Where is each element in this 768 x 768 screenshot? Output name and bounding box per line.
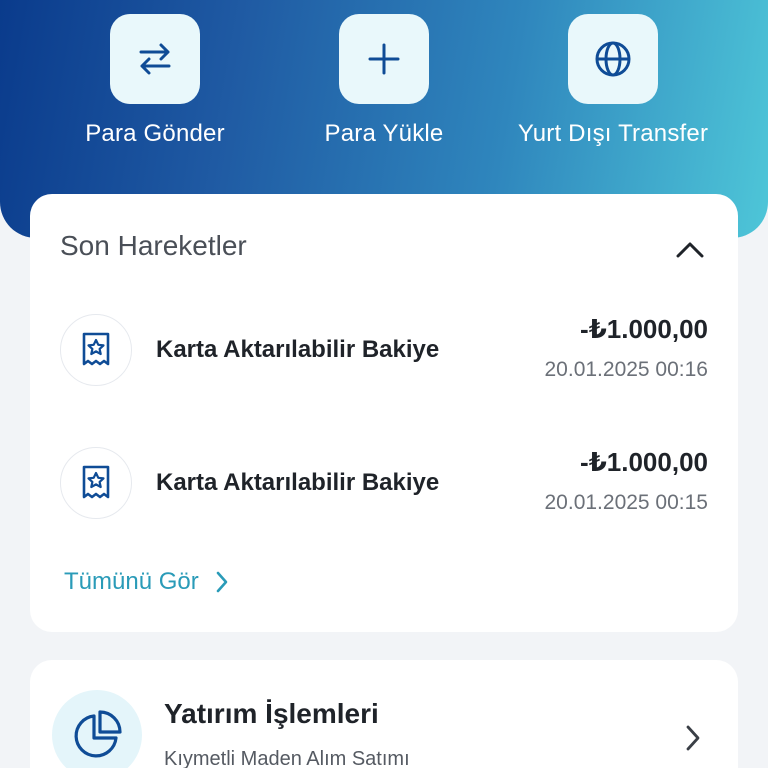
transaction-date: 20.01.2025 00:15 bbox=[544, 491, 709, 514]
transaction-name: Karta Aktarılabilir Bakiye bbox=[156, 336, 440, 363]
investment-title: Yatırım İşlemleri bbox=[164, 698, 379, 729]
transaction-icon-wrap bbox=[60, 314, 132, 386]
load-money-label: Para Yükle bbox=[324, 120, 444, 147]
pie-chart-icon bbox=[74, 710, 122, 758]
recent-transactions-title: Son Hareketler bbox=[60, 230, 247, 261]
investment-subtitle: Kıymetli Maden Alım Satımı bbox=[164, 748, 410, 768]
transaction-icon-wrap bbox=[60, 447, 132, 519]
transaction-date: 20.01.2025 00:16 bbox=[544, 358, 709, 381]
international-transfer-label: Yurt Dışı Transfer bbox=[517, 120, 709, 147]
transaction-row[interactable]: Karta Aktarılabilir Bakiye -₺1.000,00 20… bbox=[60, 310, 708, 390]
chevron-right-icon bbox=[216, 571, 228, 593]
send-money-action[interactable]: Para Gönder bbox=[40, 14, 270, 148]
plus-icon bbox=[368, 43, 400, 75]
transfer-arrows-icon bbox=[139, 43, 171, 75]
see-all-link[interactable]: Tümünü Gör bbox=[64, 568, 229, 596]
transaction-amount: -₺1.000,00 bbox=[580, 447, 708, 477]
see-all-label: Tümünü Gör bbox=[64, 568, 199, 595]
chevron-up-icon bbox=[676, 242, 704, 258]
international-transfer-tile[interactable] bbox=[568, 14, 658, 104]
send-money-tile[interactable] bbox=[110, 14, 200, 104]
globe-icon bbox=[595, 41, 631, 77]
transaction-amount: -₺1.000,00 bbox=[580, 314, 708, 344]
send-money-label: Para Gönder bbox=[85, 120, 225, 147]
investment-card[interactable]: Yatırım İşlemleri Kıymetli Maden Alım Sa… bbox=[30, 660, 738, 768]
investment-icon-wrap bbox=[52, 690, 142, 768]
collapse-button[interactable] bbox=[672, 232, 708, 268]
investment-chevron[interactable] bbox=[678, 720, 708, 756]
recent-transactions-card: Son Hareketler Karta Aktarılabilir Bakiy… bbox=[30, 194, 738, 632]
chevron-right-icon bbox=[686, 725, 700, 751]
transaction-row[interactable]: Karta Aktarılabilir Bakiye -₺1.000,00 20… bbox=[60, 443, 708, 523]
international-transfer-action[interactable]: Yurt Dışı Transfer bbox=[498, 14, 728, 148]
receipt-star-icon bbox=[82, 332, 110, 366]
load-money-action[interactable]: Para Yükle bbox=[269, 14, 499, 148]
transaction-name: Karta Aktarılabilir Bakiye bbox=[156, 469, 440, 496]
load-money-tile[interactable] bbox=[339, 14, 429, 104]
receipt-star-icon bbox=[82, 465, 110, 499]
